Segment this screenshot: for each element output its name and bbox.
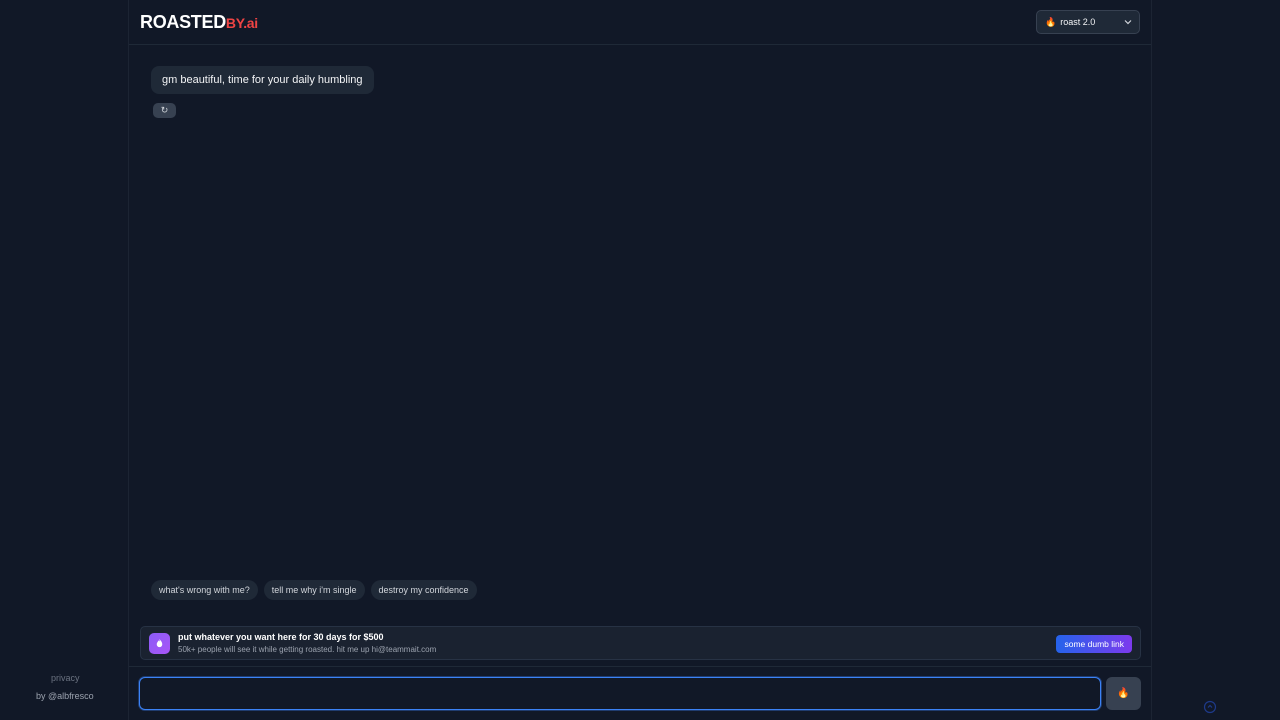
- banner-link-button[interactable]: some dumb link: [1056, 635, 1132, 653]
- model-select[interactable]: 🔥 roast 2.0: [1036, 10, 1140, 34]
- model-select-value: roast 2.0: [1060, 17, 1096, 27]
- logo[interactable]: ROASTEDBY.ai: [140, 12, 258, 33]
- send-button[interactable]: 🔥: [1106, 677, 1141, 710]
- assistant-message: gm beautiful, time for your daily humbli…: [151, 66, 374, 94]
- refresh-button[interactable]: ↻: [153, 103, 176, 118]
- suggestion-chip[interactable]: what's wrong with me?: [151, 580, 258, 600]
- suggestion-chips: what's wrong with me? tell me why i'm si…: [151, 580, 477, 600]
- help-icon[interactable]: [1203, 700, 1217, 714]
- refresh-icon: ↻: [160, 105, 169, 115]
- privacy-link[interactable]: privacy: [51, 673, 80, 683]
- header: ROASTEDBY.ai 🔥 roast 2.0: [129, 0, 1151, 45]
- chevron-down-icon: [1124, 20, 1132, 25]
- logo-main: ROASTED: [140, 12, 226, 32]
- banner-title: put whatever you want here for 30 days f…: [178, 632, 384, 642]
- suggestion-chip[interactable]: destroy my confidence: [370, 580, 477, 600]
- flame-icon: [149, 633, 170, 654]
- app-container: ROASTEDBY.ai 🔥 roast 2.0 gm beautiful, t…: [128, 0, 1152, 720]
- credit-link[interactable]: by @albfresco: [36, 691, 94, 701]
- flame-icon: 🔥: [1117, 688, 1130, 699]
- banner-subtitle: 50k+ people will see it while getting ro…: [178, 645, 437, 654]
- flame-icon: 🔥: [1045, 16, 1057, 27]
- suggestion-chip[interactable]: tell me why i'm single: [263, 580, 365, 600]
- sponsored-banner: put whatever you want here for 30 days f…: [140, 626, 1141, 660]
- divider: [129, 666, 1151, 667]
- chat-input[interactable]: [139, 677, 1101, 710]
- logo-accent: BY.ai: [225, 15, 258, 31]
